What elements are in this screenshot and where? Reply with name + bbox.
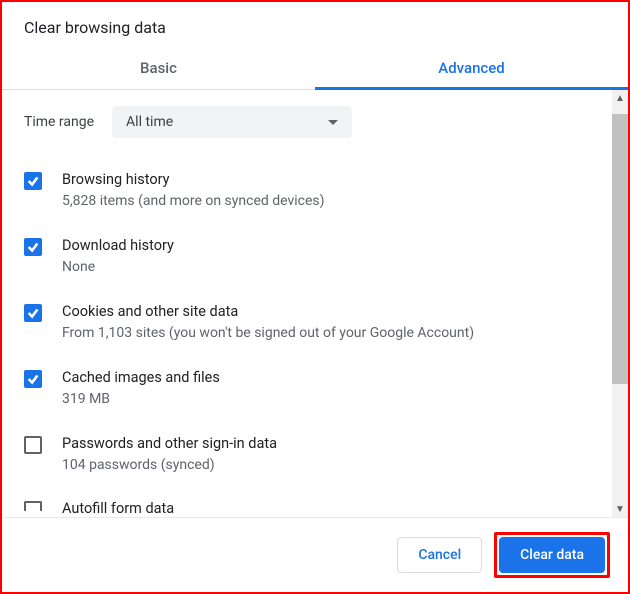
item-title: Cached images and files [62, 368, 590, 388]
highlight-annotation: Clear data [494, 532, 610, 578]
item-sub: 319 MB [62, 390, 590, 410]
list-item: Autofill form data [24, 489, 590, 517]
dialog-title: Clear browsing data [2, 2, 628, 49]
checkbox-cached[interactable] [24, 370, 42, 388]
item-title: Browsing history [62, 170, 590, 190]
scrollbar[interactable]: ▲ ▼ [612, 90, 628, 517]
check-icon [26, 240, 40, 254]
tab-advanced[interactable]: Advanced [315, 49, 628, 89]
item-sub: 5,828 items (and more on synced devices) [62, 192, 590, 212]
cancel-button[interactable]: Cancel [397, 537, 482, 573]
chevron-down-icon [328, 120, 338, 125]
checkbox-download-history[interactable] [24, 238, 42, 256]
clear-data-button[interactable]: Clear data [499, 537, 605, 573]
list-item: Passwords and other sign-in data 104 pas… [24, 424, 590, 490]
list-item: Cached images and files 319 MB [24, 358, 590, 424]
time-range-value: All time [126, 114, 173, 130]
checkbox-browsing-history[interactable] [24, 172, 42, 190]
tabs: Basic Advanced [2, 49, 628, 90]
scrollbar-thumb[interactable] [612, 114, 628, 384]
list-item: Browsing history 5,828 items (and more o… [24, 160, 590, 226]
scroll-up-icon[interactable]: ▲ [612, 90, 628, 106]
checkbox-autofill[interactable] [24, 501, 42, 511]
check-icon [26, 174, 40, 188]
item-title: Cookies and other site data [62, 302, 590, 322]
footer: Cancel Clear data [2, 517, 628, 592]
item-sub: 104 passwords (synced) [62, 456, 590, 476]
item-sub: From 1,103 sites (you won't be signed ou… [62, 324, 590, 344]
content-area: Time range All time Browsing history 5,8… [2, 90, 612, 517]
time-range-label: Time range [24, 114, 94, 130]
list-item: Cookies and other site data From 1,103 s… [24, 292, 590, 358]
tab-basic[interactable]: Basic [2, 49, 315, 89]
scroll-down-icon[interactable]: ▼ [612, 501, 628, 517]
checkbox-cookies[interactable] [24, 304, 42, 322]
time-range-row: Time range All time [24, 106, 590, 138]
item-title: Passwords and other sign-in data [62, 434, 590, 454]
item-title: Autofill form data [62, 499, 590, 517]
list-item: Download history None [24, 226, 590, 292]
checkbox-passwords[interactable] [24, 436, 42, 454]
item-sub: None [62, 258, 590, 278]
check-icon [26, 372, 40, 386]
item-title: Download history [62, 236, 590, 256]
time-range-select[interactable]: All time [112, 106, 352, 138]
check-icon [26, 306, 40, 320]
